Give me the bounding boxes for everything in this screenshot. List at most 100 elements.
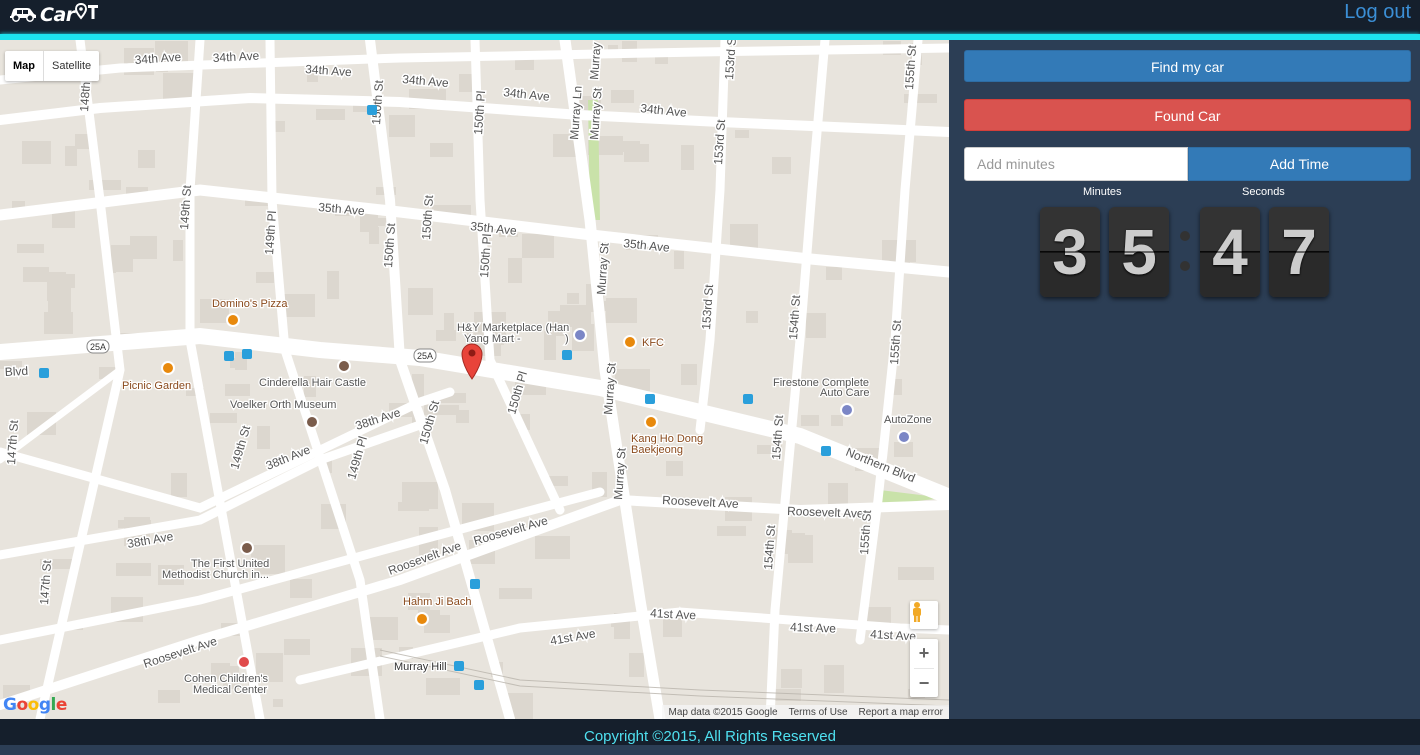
map-type-map-button[interactable]: Map (5, 51, 43, 81)
building-block (316, 109, 345, 120)
place-label[interactable]: Murray Hill (393, 660, 448, 675)
building-block (894, 442, 913, 457)
building-block (130, 236, 157, 259)
street-view-pegman-icon[interactable] (910, 601, 938, 629)
timer-panel: Find my car Found Car Add Time Minutes S… (949, 40, 1420, 719)
bus-stop-icon[interactable] (562, 350, 572, 360)
auto-icon[interactable] (840, 403, 854, 417)
street-label: 34th Ave (503, 85, 551, 104)
restaurant-icon[interactable] (161, 361, 175, 375)
building-block (806, 313, 826, 338)
auto-icon[interactable] (897, 430, 911, 444)
map-canvas[interactable]: 34th Ave 34th Ave34th Ave34th Ave34th Ave… (0, 40, 949, 719)
restaurant-icon[interactable] (226, 313, 240, 327)
street-label: 150th Pl (471, 90, 488, 135)
building-block (44, 312, 73, 334)
terms-of-use-link[interactable]: Terms of Use (789, 707, 848, 718)
building-block (290, 579, 312, 598)
building-block (735, 130, 749, 138)
logout-link[interactable]: Log out (1344, 1, 1411, 24)
building-block (681, 145, 694, 170)
building-block (171, 473, 187, 497)
place-label[interactable]: Medical Center (192, 683, 269, 698)
shopping-cart-icon[interactable] (573, 328, 587, 342)
minutes-input[interactable] (964, 147, 1188, 181)
building-block (567, 293, 579, 304)
street-label: 41st Ave (790, 620, 837, 636)
restaurant-icon[interactable] (623, 335, 637, 349)
app-logo[interactable]: Car (8, 2, 99, 28)
place-label[interactable]: Picnic Garden (121, 379, 193, 394)
app-name: Car (40, 4, 75, 26)
flip-digit: 5 (1109, 207, 1169, 297)
building-block (111, 245, 133, 272)
street-label: 41st Ave (650, 606, 697, 622)
bus-stop-icon[interactable] (470, 579, 480, 589)
report-map-error-link[interactable]: Report a map error (859, 707, 943, 718)
bus-stop-icon[interactable] (743, 394, 753, 404)
museum-icon[interactable] (305, 415, 319, 429)
street-label: 155th St (887, 319, 904, 365)
bus-stop-icon[interactable] (645, 394, 655, 404)
place-label[interactable]: ) (564, 332, 570, 347)
place-label[interactable]: Hahm Ji Bach (402, 595, 473, 610)
zoom-out-button[interactable]: − (910, 669, 938, 698)
building-block (75, 134, 89, 149)
add-time-button[interactable]: Add Time (1188, 147, 1411, 181)
building-block (772, 157, 791, 174)
zoom-in-button[interactable]: + (910, 639, 938, 668)
hospital-icon[interactable] (237, 655, 251, 669)
minutes-caption: Minutes (1083, 186, 1122, 198)
church-icon[interactable] (240, 541, 254, 555)
map-view[interactable]: 34th Ave 34th Ave 34th Ave 34th Ave 34th Ave… (0, 40, 949, 719)
place-label[interactable]: Auto Care (819, 386, 871, 401)
building-block (746, 311, 758, 323)
find-my-car-button[interactable]: Find my car (964, 50, 1411, 82)
place-label[interactable]: Domino's Pizza (211, 297, 290, 312)
bus-stop-icon[interactable] (39, 368, 49, 378)
place-label[interactable]: AutoZone (883, 413, 933, 428)
building-block (257, 426, 270, 449)
page-footer: Copyright ©2015, All Rights Reserved (0, 719, 1420, 745)
place-label[interactable]: Voelker Orth Museum (229, 398, 338, 413)
shop-icon[interactable] (337, 359, 351, 373)
bus-stop-icon[interactable] (454, 661, 464, 671)
bus-stop-icon[interactable] (821, 446, 831, 456)
building-block (47, 272, 66, 301)
street-label: Murray St (594, 242, 612, 296)
place-label[interactable]: Methodist Church in... (161, 568, 271, 583)
street-label: 154th St (769, 414, 786, 460)
restaurant-icon[interactable] (644, 415, 658, 429)
building-block (781, 669, 802, 688)
building-block (826, 267, 842, 280)
street-label: Murray St (587, 87, 605, 141)
google-logo[interactable]: Google (3, 695, 67, 715)
bus-stop-icon[interactable] (474, 680, 484, 690)
building-block (831, 415, 843, 426)
building-block (17, 244, 44, 253)
building-block (256, 272, 274, 283)
building-block (508, 258, 522, 283)
map-type-satellite-button[interactable]: Satellite (43, 51, 99, 81)
seconds-caption: Seconds (1242, 186, 1285, 198)
add-time-group: Add Time (964, 147, 1411, 181)
map-data-text: Map data ©2015 Google (668, 706, 778, 718)
place-label[interactable]: Cinderella Hair Castle (258, 376, 368, 391)
place-label[interactable]: Baekjeong (630, 443, 685, 458)
found-car-button[interactable]: Found Car (964, 99, 1411, 131)
street-label: 153rd St (722, 40, 739, 80)
place-label[interactable]: Yang Mart - (463, 332, 522, 347)
street-label: 35th Ave (318, 200, 366, 218)
building-block (65, 146, 77, 166)
bus-stop-icon[interactable] (224, 351, 234, 361)
building-block (408, 288, 433, 315)
map-attribution: Map data ©2015 Google Terms of Use Repor… (662, 705, 949, 719)
flip-digit: 4 (1200, 207, 1260, 297)
bus-stop-icon[interactable] (367, 105, 377, 115)
bus-stop-icon[interactable] (242, 349, 252, 359)
place-label[interactable]: KFC (641, 336, 666, 351)
restaurant-icon[interactable] (415, 612, 429, 626)
building-block (681, 364, 697, 385)
street-label: 149th St (227, 423, 253, 470)
street-label: 150th Pl (477, 233, 494, 278)
